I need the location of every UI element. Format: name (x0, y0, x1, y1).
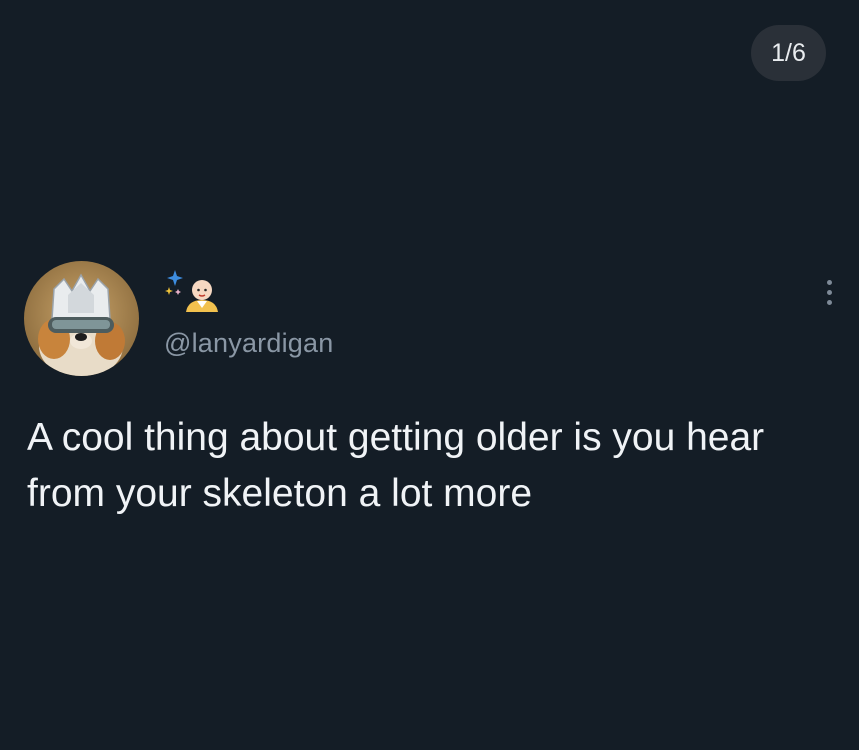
sparkles-icon (165, 270, 183, 295)
author-avatar[interactable] (24, 261, 139, 376)
vertical-ellipsis-icon (826, 279, 832, 285)
ellipsis-dot (826, 299, 832, 305)
page-counter-badge: 1/6 (751, 25, 826, 81)
tweet-text: A cool thing about getting older is you … (27, 416, 765, 515)
author-handle[interactable]: @lanyardigan (164, 328, 333, 359)
bald-person-emoji-icon (186, 280, 218, 312)
more-options-button[interactable] (812, 270, 846, 314)
masked-dog-avatar-icon (24, 261, 139, 376)
ellipsis-dot (826, 289, 832, 295)
display-name-emojis (164, 268, 224, 312)
